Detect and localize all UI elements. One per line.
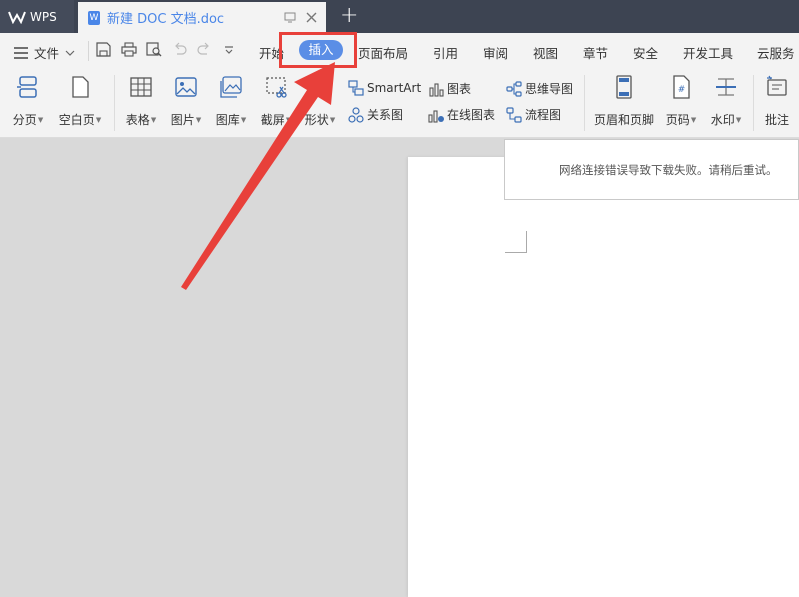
undo-icon[interactable] (173, 42, 187, 56)
blank-page-button[interactable]: 空白页▼ (57, 75, 103, 128)
online-chart-label: 在线图表 (447, 108, 496, 122)
close-icon[interactable] (306, 12, 317, 23)
picture-label: 图片 (170, 113, 195, 127)
shape-icon (309, 76, 331, 98)
insert-tab-highlight (279, 32, 357, 68)
tab-view[interactable]: 视图 (533, 43, 558, 62)
gallery-button[interactable]: 图库▼ (214, 75, 248, 128)
print-icon[interactable] (121, 42, 137, 57)
chart-button[interactable]: 图表 (428, 80, 471, 97)
save-icon[interactable] (96, 42, 111, 57)
insert-ribbon: 分页▼ 空白页▼ 表格▼ 图片▼ 图库▼ 截屏▼ 形状▼ SmartArt 关系… (0, 69, 799, 138)
more-icon[interactable] (224, 46, 234, 54)
tab-security[interactable]: 安全 (633, 43, 658, 62)
flow-chart-button[interactable]: 流程图 (506, 106, 561, 123)
screenshot-label: 截屏 (260, 113, 285, 127)
document-tab-title: 新建 DOC 文档.doc (107, 12, 225, 27)
watermark-label: 水印 (710, 113, 735, 127)
chart-label: 图表 (447, 82, 472, 96)
watermark-button[interactable]: 水印▼ (708, 75, 744, 128)
blank-page-icon (72, 76, 89, 98)
page-break-icon (17, 76, 37, 98)
tab-cloud-services[interactable]: 云服务 (757, 43, 795, 62)
mind-map-label: 思维导图 (525, 82, 574, 96)
ribbon-divider (114, 75, 115, 131)
comment-icon (767, 75, 787, 96)
flow-chart-icon (506, 106, 522, 123)
text-margin-marker (505, 231, 527, 253)
wps-logo-icon (8, 11, 26, 24)
restore-icon[interactable] (284, 12, 296, 23)
tab-review[interactable]: 审阅 (483, 43, 508, 62)
tab-references[interactable]: 引用 (433, 43, 458, 62)
comment-button[interactable]: 批注 (762, 75, 792, 128)
file-menu-label: 文件 (34, 46, 60, 61)
screenshot-button[interactable]: 截屏▼ (259, 75, 293, 128)
title-bar: WPS W 新建 DOC 文档.doc + (0, 0, 799, 33)
ribbon-divider (584, 75, 585, 131)
menu-icon (14, 46, 28, 59)
table-button[interactable]: 表格▼ (124, 75, 158, 128)
tab-developer-tools[interactable]: 开发工具 (683, 43, 733, 62)
doc-file-icon: W (88, 10, 100, 25)
table-icon (130, 77, 152, 97)
chart-icon (429, 82, 444, 97)
add-tab-icon[interactable]: + (340, 3, 358, 28)
relation-chart-button[interactable]: 关系图 (348, 106, 403, 123)
watermark-icon (716, 78, 736, 96)
page-number-button[interactable]: # 页码▼ (663, 75, 699, 128)
header-footer-button[interactable]: 页眉和页脚 (593, 75, 655, 128)
document-tab[interactable]: W 新建 DOC 文档.doc (78, 2, 326, 33)
menu-bar: 文件 开始 插入 页面布局 引用 审阅 视图 章节 安全 开发工具 云服务 (0, 33, 799, 69)
relation-chart-icon (348, 106, 364, 123)
menubar-divider (88, 41, 89, 61)
ribbon-divider (753, 75, 754, 131)
shape-label: 形状 (304, 113, 329, 127)
smartart-label: SmartArt (367, 81, 422, 95)
tab-section[interactable]: 章节 (583, 43, 608, 62)
mind-map-button[interactable]: 思维导图 (506, 80, 573, 97)
page-break-label: 分页 (12, 113, 37, 127)
svg-text:#: # (678, 85, 686, 95)
table-label: 表格 (125, 113, 150, 127)
gallery-label: 图库 (215, 113, 240, 127)
tab-page-layout[interactable]: 页面布局 (358, 43, 408, 62)
comment-label: 批注 (764, 113, 789, 127)
document-workspace (0, 138, 799, 597)
online-chart-icon (428, 109, 444, 123)
redo-icon[interactable] (197, 42, 211, 56)
download-error-notification: 网络连接错误导致下载失败。请稍后重试。 (504, 139, 799, 200)
gallery-icon (220, 76, 242, 98)
wps-home-tab[interactable]: WPS (0, 0, 74, 33)
chevron-down-icon (65, 50, 75, 56)
mind-map-icon (506, 80, 522, 97)
relation-chart-label: 关系图 (367, 108, 404, 122)
picture-button[interactable]: 图片▼ (169, 75, 203, 128)
screenshot-icon (266, 77, 287, 98)
wps-tab-label: WPS (30, 9, 57, 24)
header-footer-icon (616, 75, 632, 99)
page-break-button[interactable]: 分页▼ (12, 75, 44, 128)
page-number-icon: # (673, 75, 690, 99)
print-preview-icon[interactable] (146, 42, 162, 57)
file-menu-button[interactable]: 文件 (14, 43, 75, 62)
smartart-button[interactable]: SmartArt (348, 80, 421, 96)
page-number-label: 页码 (665, 113, 690, 127)
smartart-icon (348, 80, 364, 96)
blank-page-label: 空白页 (58, 113, 95, 127)
notification-message: 网络连接错误导致下载失败。请稍后重试。 (559, 163, 778, 177)
shape-button[interactable]: 形状▼ (303, 75, 337, 128)
picture-icon (175, 77, 197, 97)
wps-writer-window: WPS W 新建 DOC 文档.doc + 文件 开始 插入 页面布局 引用 审… (0, 0, 799, 597)
flow-chart-label: 流程图 (525, 108, 562, 122)
online-chart-button[interactable]: 在线图表 (428, 106, 495, 123)
header-footer-label: 页眉和页脚 (593, 113, 654, 127)
document-page[interactable] (408, 157, 799, 597)
